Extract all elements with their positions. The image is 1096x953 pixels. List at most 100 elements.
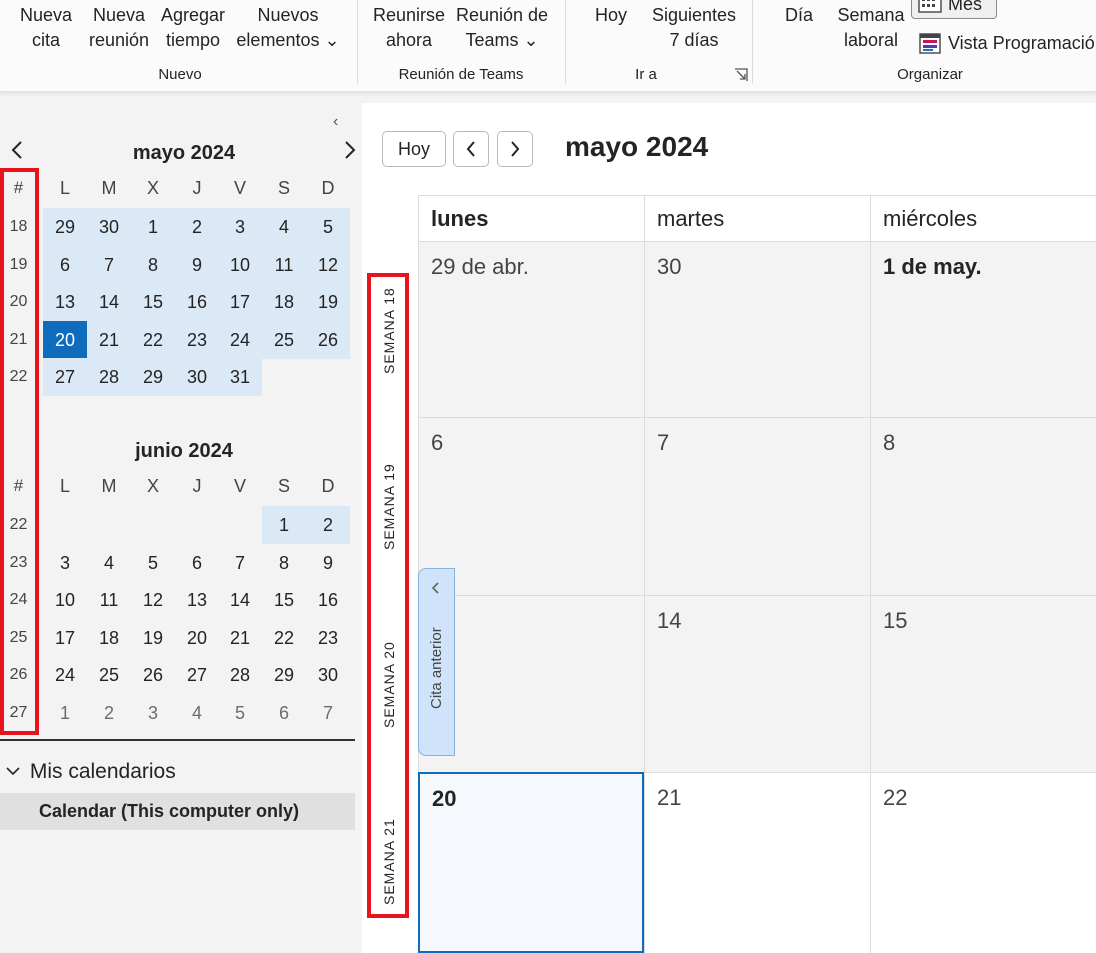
mini-calendar-day[interactable]: 20 (43, 320, 87, 359)
mini-calendar-day[interactable]: 20 (175, 619, 219, 657)
mini-calendar-day[interactable]: 6 (43, 246, 87, 284)
mini-calendar-day[interactable]: 26 (131, 656, 175, 694)
mini-calendar-day[interactable]: 19 (131, 619, 175, 657)
work-week-view-button[interactable]: Semana laboral (834, 3, 908, 53)
previous-appointment-button[interactable]: Cita anterior (418, 568, 455, 756)
mini-calendar-day[interactable]: 13 (175, 581, 219, 619)
meet-now-button[interactable]: Reunirse ahora (371, 3, 447, 53)
mini-calendar-day[interactable]: 25 (262, 321, 306, 359)
mini-calendar-day[interactable]: 5 (131, 544, 175, 582)
mini-calendar-day[interactable]: 17 (218, 283, 262, 321)
mini-calendar-day[interactable]: 5 (306, 208, 350, 246)
mini-calendar-prev-icon[interactable] (10, 140, 24, 166)
mini-calendar-day[interactable]: 1 (262, 506, 306, 544)
day-cell[interactable]: 15 (870, 595, 1096, 772)
mini-calendar-day[interactable]: 4 (262, 208, 306, 246)
mini-calendar-day[interactable]: 9 (306, 544, 350, 582)
mini-calendar-day[interactable]: 16 (306, 581, 350, 619)
mini-calendar-day[interactable]: 7 (218, 544, 262, 582)
mini-calendar-day[interactable]: 15 (262, 581, 306, 619)
mini-calendar-day[interactable]: 12 (306, 246, 350, 284)
mini-calendar-day[interactable]: 1 (43, 694, 87, 732)
mini-calendar-day[interactable]: 5 (218, 694, 262, 732)
mini-calendar-day[interactable]: 12 (131, 581, 175, 619)
day-cell[interactable]: 7 (644, 417, 870, 595)
mini-calendar-day[interactable]: 2 (306, 506, 350, 544)
previous-month-button[interactable] (453, 131, 489, 167)
mini-calendar-day[interactable]: 1 (131, 208, 175, 246)
mini-calendar-day[interactable]: 2 (87, 694, 131, 732)
mini-calendar-day[interactable]: 14 (87, 283, 131, 321)
collapse-pane-button[interactable]: ‹ (333, 113, 338, 131)
mini-calendar-day[interactable]: 8 (262, 544, 306, 582)
mini-calendar-day[interactable]: 23 (306, 619, 350, 657)
mini-calendar-day[interactable]: 24 (218, 321, 262, 359)
mini-calendar-day[interactable]: 4 (87, 544, 131, 582)
mini-calendar-day[interactable]: 10 (218, 246, 262, 284)
day-cell[interactable]: 8 (870, 417, 1096, 595)
mini-calendar-day[interactable]: 25 (87, 656, 131, 694)
mini-calendar-day[interactable]: 3 (218, 208, 262, 246)
mini-calendar-day[interactable]: 11 (262, 246, 306, 284)
mini-calendar-day[interactable]: 7 (87, 246, 131, 284)
mini-calendar-day[interactable]: 22 (131, 321, 175, 359)
day-view-button[interactable]: Día (780, 3, 818, 28)
next-month-button[interactable] (497, 131, 533, 167)
schedule-view-button[interactable]: Vista Programació (918, 30, 1095, 56)
mini-calendar-day[interactable]: 15 (131, 283, 175, 321)
weekday-header: J (192, 476, 202, 496)
mini-calendar-day[interactable]: 28 (218, 656, 262, 694)
mini-calendar-day[interactable]: 9 (175, 246, 219, 284)
mini-calendar-day[interactable]: 21 (87, 321, 131, 359)
mini-calendar-day[interactable]: 16 (175, 283, 219, 321)
mini-calendar-day[interactable]: 4 (175, 694, 219, 732)
mini-calendar-day[interactable]: 6 (175, 544, 219, 582)
day-cell[interactable]: 14 (644, 595, 870, 772)
mini-calendar-day[interactable]: 3 (43, 544, 87, 582)
mini-calendar-day[interactable]: 27 (175, 656, 219, 694)
mini-calendar-next-icon[interactable] (343, 140, 357, 166)
mini-calendar-day[interactable]: 13 (43, 283, 87, 321)
mini-calendar-day[interactable]: 29 (262, 656, 306, 694)
mini-calendar-day[interactable]: 2 (175, 208, 219, 246)
mini-calendar-day[interactable]: 23 (175, 321, 219, 359)
month-view-button[interactable]: Mes (911, 0, 997, 19)
mini-calendar-day[interactable]: 27 (43, 358, 87, 396)
mini-calendar-day[interactable]: 11 (87, 581, 131, 619)
mini-calendar-day[interactable]: 7 (306, 694, 350, 732)
dialog-launcher-icon[interactable] (734, 68, 748, 82)
mini-calendar-day[interactable]: 31 (218, 358, 262, 396)
weekday-header: L (59, 476, 70, 496)
mini-calendar-day[interactable]: 18 (87, 619, 131, 657)
mini-calendar-day[interactable]: 14 (218, 581, 262, 619)
mini-calendar-day[interactable]: 24 (43, 656, 87, 694)
today-button[interactable]: Hoy (590, 3, 632, 28)
day-cell[interactable]: 21 (644, 772, 870, 953)
mini-calendar-day[interactable]: 18 (262, 283, 306, 321)
today-nav-button[interactable]: Hoy (382, 131, 446, 167)
mini-calendar-day[interactable]: 6 (262, 694, 306, 732)
mini-calendar-day[interactable]: 10 (43, 581, 87, 619)
mini-calendar-day[interactable]: 29 (43, 208, 87, 246)
mini-calendar-day[interactable]: 30 (306, 656, 350, 694)
mini-calendar-day[interactable]: 26 (306, 321, 350, 359)
mini-calendar-day[interactable]: 30 (87, 208, 131, 246)
next-7-days-button[interactable]: Siguientes 7 días (646, 3, 742, 53)
day-cell[interactable]: 22 (870, 772, 1096, 953)
my-calendars-header[interactable]: Mis calendarios (6, 760, 176, 784)
mini-calendar-day[interactable]: 3 (131, 694, 175, 732)
mini-calendar-day[interactable]: 29 (131, 358, 175, 396)
mini-calendar-day[interactable]: 22 (262, 619, 306, 657)
teams-meeting-button[interactable]: Reunión de Teams ⌄ (451, 3, 553, 53)
mini-calendar-day[interactable]: 21 (218, 619, 262, 657)
day-cell[interactable]: 30 (644, 241, 870, 417)
mini-calendar-day[interactable]: 17 (43, 619, 87, 657)
day-cell[interactable]: 20 (418, 772, 644, 953)
mini-calendar-day[interactable]: 19 (306, 283, 350, 321)
mini-calendar-day[interactable]: 30 (175, 358, 219, 396)
day-cell[interactable]: 29 de abr. (418, 241, 644, 417)
calendar-list-item[interactable]: Calendar (This computer only) (0, 793, 355, 830)
day-cell[interactable]: 1 de may. (870, 241, 1096, 417)
mini-calendar-day[interactable]: 28 (87, 358, 131, 396)
mini-calendar-day[interactable]: 8 (131, 246, 175, 284)
